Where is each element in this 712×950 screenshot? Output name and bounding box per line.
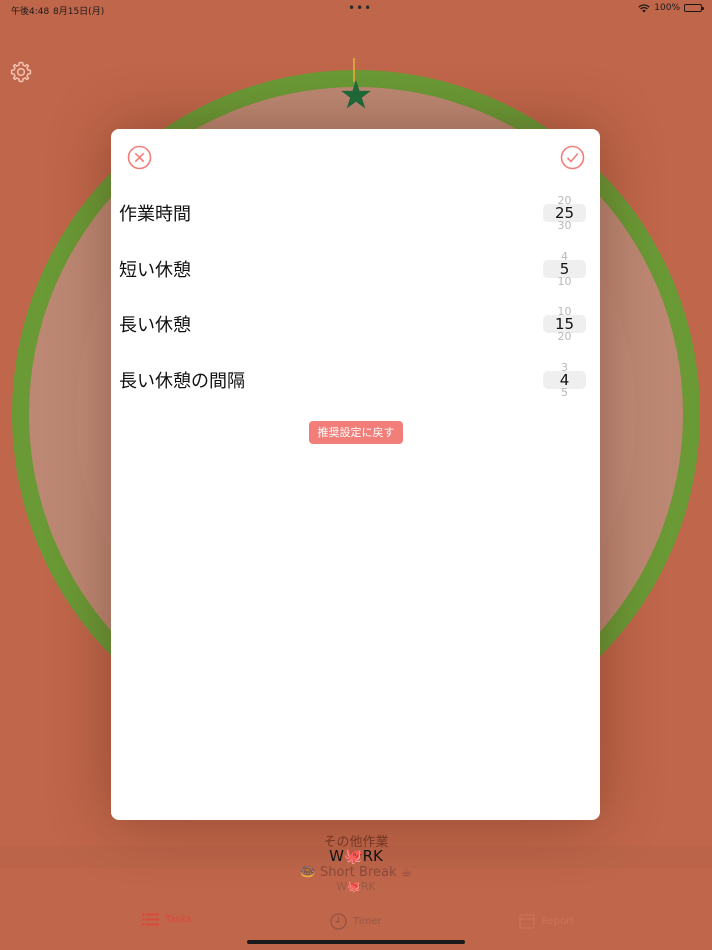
home-indicator[interactable] xyxy=(247,940,465,944)
work-duration-picker[interactable]: 20 25 30 xyxy=(543,192,586,232)
tab-bar: Tasks Timer Report xyxy=(0,905,712,941)
setting-label: 短い休憩 xyxy=(119,260,191,281)
battery-percent: 100% xyxy=(654,3,680,13)
tab-tasks-label: Tasks xyxy=(165,914,192,925)
settings-modal: 作業時間 20 25 30 短い休憩 4 5 10 長い休憩 10 15 20 … xyxy=(111,129,600,820)
reset-defaults-button[interactable]: 推奨設定に戻す xyxy=(309,421,403,444)
picker-next-value[interactable]: 30 xyxy=(543,220,586,232)
tab-timer[interactable]: Timer xyxy=(330,913,382,930)
picker-next-value[interactable]: 5 xyxy=(543,387,586,399)
schedule-item-short-break: 🍩 Short Break ☕ xyxy=(299,865,413,880)
short-break-picker[interactable]: 4 5 10 xyxy=(543,248,586,288)
setting-row-long-break-interval: 長い休憩の間隔 3 4 5 xyxy=(119,359,591,399)
picker-next-value[interactable]: 20 xyxy=(543,331,586,343)
list-icon xyxy=(142,913,159,926)
multitasking-dots[interactable]: ••• xyxy=(348,1,372,15)
tab-report-label: Report xyxy=(541,915,575,927)
long-break-picker[interactable]: 10 15 20 xyxy=(543,303,586,343)
tab-timer-label: Timer xyxy=(353,916,382,927)
clock-icon xyxy=(330,913,347,930)
status-bar: 午後4:48 8月15日(月) ••• 100% xyxy=(0,0,712,18)
status-right: 100% xyxy=(638,3,704,13)
setting-label: 長い休憩 xyxy=(119,315,191,336)
schedule-item-work: W🐙RK xyxy=(329,847,383,865)
status-time: 午後4:48 xyxy=(11,7,50,17)
setting-row-short-break: 短い休憩 4 5 10 xyxy=(119,248,591,288)
confirm-check-icon[interactable] xyxy=(560,145,585,170)
picker-next-value[interactable]: 10 xyxy=(543,276,586,288)
tab-tasks[interactable]: Tasks xyxy=(142,913,192,926)
setting-row-long-break: 長い休憩 10 15 20 xyxy=(119,303,591,343)
wifi-icon xyxy=(638,3,650,12)
status-date: 8月15日(月) xyxy=(53,7,105,17)
setting-row-work-duration: 作業時間 20 25 30 xyxy=(119,192,591,232)
tab-report[interactable]: Report xyxy=(519,913,574,929)
long-break-interval-picker[interactable]: 3 4 5 xyxy=(543,359,586,399)
setting-label: 作業時間 xyxy=(119,204,191,225)
gear-icon[interactable] xyxy=(9,60,33,84)
setting-label: 長い休憩の間隔 xyxy=(119,371,245,392)
battery-icon xyxy=(684,4,704,12)
schedule-item-work-next: W🐙RK xyxy=(336,880,376,893)
calendar-icon xyxy=(519,914,535,929)
close-icon[interactable] xyxy=(127,145,152,170)
